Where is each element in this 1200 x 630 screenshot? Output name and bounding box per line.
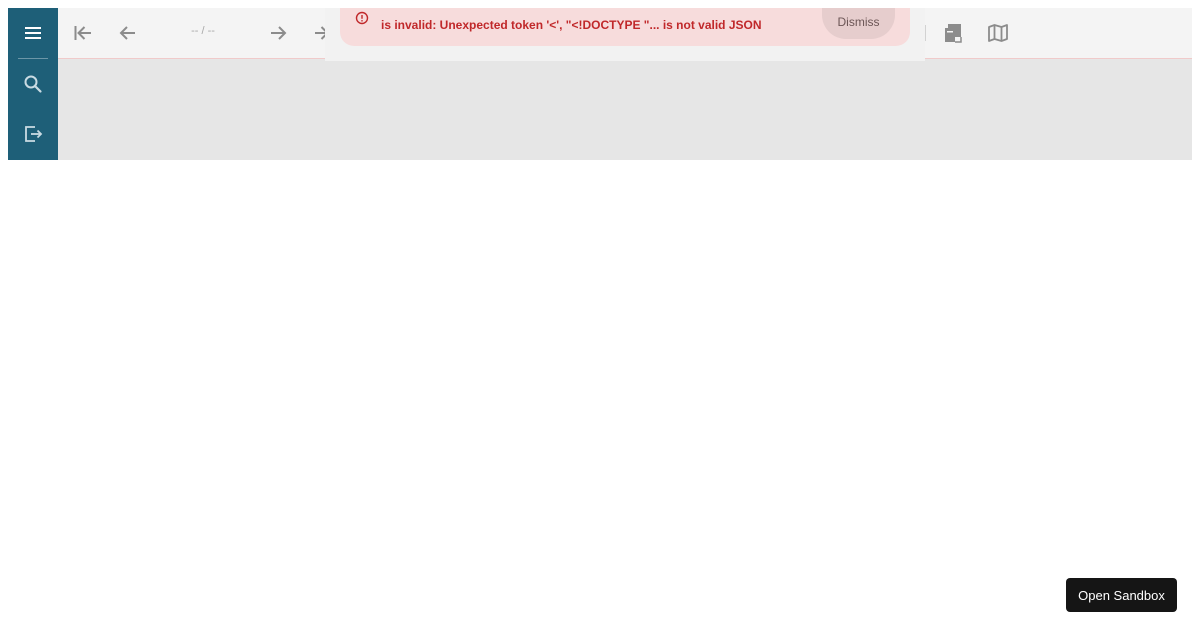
menu-button[interactable] [8, 8, 58, 58]
previous-page-button[interactable] [113, 18, 143, 48]
next-page-button[interactable] [263, 18, 293, 48]
first-page-icon [74, 26, 91, 40]
map-button[interactable] [983, 18, 1013, 48]
search-icon [24, 75, 42, 93]
search-button[interactable] [8, 59, 58, 109]
sidebar [8, 8, 58, 160]
error-icon [355, 11, 369, 25]
book-button[interactable] [938, 18, 968, 48]
error-toast: is invalid: Unexpected token '<', "<!DOC… [340, 8, 910, 46]
exit-icon [25, 126, 43, 142]
exit-button[interactable] [8, 109, 58, 159]
menu-icon [25, 27, 41, 39]
page-indicator: -- / -- [191, 25, 215, 37]
map-icon [988, 24, 1008, 42]
toolbar-divider [925, 25, 926, 41]
error-message: is invalid: Unexpected token '<', "<!DOC… [381, 18, 762, 32]
next-page-icon [271, 26, 287, 40]
dismiss-button[interactable]: Dismiss [822, 8, 895, 39]
open-sandbox-button[interactable]: Open Sandbox [1066, 578, 1177, 612]
previous-page-icon [119, 26, 135, 40]
first-page-button[interactable] [68, 18, 98, 48]
book-icon [945, 24, 962, 43]
reader-app: -- / -- is invalid: Unexpected token '<'… [8, 8, 1192, 160]
